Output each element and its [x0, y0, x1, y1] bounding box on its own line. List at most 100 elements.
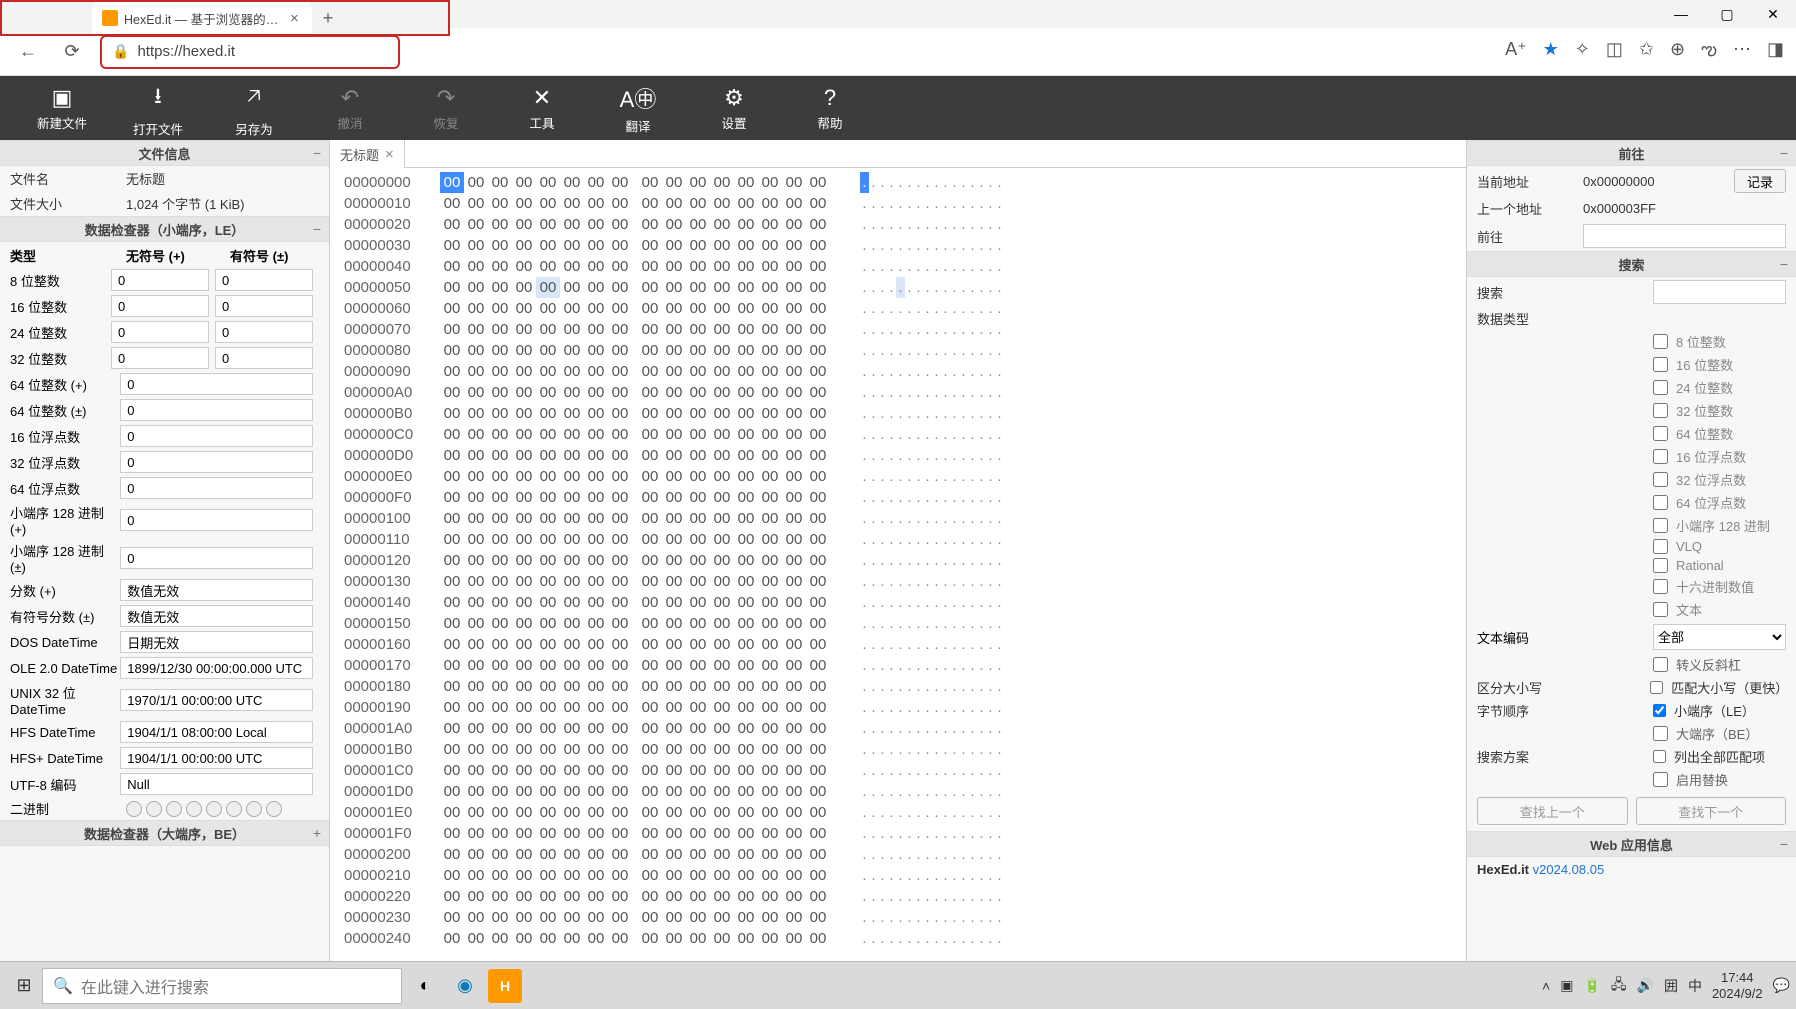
- hex-byte[interactable]: 00: [806, 844, 830, 865]
- hex-byte[interactable]: 00: [710, 256, 734, 277]
- hex-byte[interactable]: 00: [440, 403, 464, 424]
- taskbar-search[interactable]: 🔍 在此键入进行搜索: [42, 968, 402, 1004]
- hex-byte[interactable]: 00: [782, 676, 806, 697]
- hex-byte[interactable]: 00: [806, 529, 830, 550]
- ascii-byte[interactable]: .: [941, 403, 950, 424]
- hex-byte[interactable]: 00: [488, 697, 512, 718]
- hex-byte[interactable]: 00: [608, 256, 632, 277]
- ascii-byte[interactable]: .: [968, 907, 977, 928]
- ascii-byte[interactable]: .: [995, 340, 1004, 361]
- hex-byte[interactable]: 00: [560, 865, 584, 886]
- hex-byte[interactable]: 00: [440, 361, 464, 382]
- ascii-byte[interactable]: .: [959, 298, 968, 319]
- ascii-byte[interactable]: .: [950, 634, 959, 655]
- ascii-byte[interactable]: .: [887, 844, 896, 865]
- hex-byte[interactable]: 00: [512, 760, 536, 781]
- hex-byte[interactable]: 00: [758, 802, 782, 823]
- ascii-byte[interactable]: .: [977, 676, 986, 697]
- hex-byte[interactable]: 00: [608, 319, 632, 340]
- hex-byte[interactable]: 00: [638, 823, 662, 844]
- hex-byte[interactable]: 00: [638, 697, 662, 718]
- ascii-byte[interactable]: .: [995, 886, 1004, 907]
- di-value-input[interactable]: [120, 547, 313, 569]
- ascii-byte[interactable]: .: [941, 697, 950, 718]
- ascii-byte[interactable]: .: [986, 256, 995, 277]
- expand-icon[interactable]: +: [313, 825, 321, 841]
- hex-byte[interactable]: 00: [488, 550, 512, 571]
- hex-byte[interactable]: 00: [464, 277, 488, 298]
- hex-byte[interactable]: 00: [686, 361, 710, 382]
- hex-byte[interactable]: 00: [464, 214, 488, 235]
- hex-byte[interactable]: 00: [662, 865, 686, 886]
- hex-byte[interactable]: 00: [608, 298, 632, 319]
- ascii-byte[interactable]: .: [995, 424, 1004, 445]
- hex-byte[interactable]: 00: [758, 865, 782, 886]
- ascii-byte[interactable]: .: [923, 319, 932, 340]
- hex-byte[interactable]: 00: [536, 718, 560, 739]
- encoding-select[interactable]: 全部: [1653, 624, 1786, 650]
- ascii-byte[interactable]: .: [914, 676, 923, 697]
- ascii-byte[interactable]: .: [896, 214, 905, 235]
- hex-byte[interactable]: 00: [488, 676, 512, 697]
- hex-byte[interactable]: 00: [464, 823, 488, 844]
- ascii-byte[interactable]: .: [923, 382, 932, 403]
- ascii-byte[interactable]: .: [959, 886, 968, 907]
- hex-byte[interactable]: 00: [560, 718, 584, 739]
- hex-byte[interactable]: 00: [710, 403, 734, 424]
- ascii-byte[interactable]: .: [995, 487, 1004, 508]
- hex-byte[interactable]: 00: [734, 193, 758, 214]
- ascii-byte[interactable]: .: [977, 823, 986, 844]
- ascii-byte[interactable]: .: [986, 214, 995, 235]
- ascii-byte[interactable]: .: [986, 445, 995, 466]
- ascii-byte[interactable]: .: [878, 739, 887, 760]
- hex-byte[interactable]: 00: [464, 676, 488, 697]
- hex-byte[interactable]: 00: [686, 193, 710, 214]
- ascii-byte[interactable]: .: [869, 193, 878, 214]
- hex-byte[interactable]: 00: [734, 781, 758, 802]
- ascii-byte[interactable]: .: [923, 277, 932, 298]
- hex-byte[interactable]: 00: [686, 907, 710, 928]
- ascii-byte[interactable]: .: [869, 760, 878, 781]
- ascii-byte[interactable]: .: [869, 466, 878, 487]
- hex-byte[interactable]: 00: [782, 634, 806, 655]
- ascii-byte[interactable]: .: [950, 697, 959, 718]
- ascii-byte[interactable]: .: [914, 529, 923, 550]
- hex-byte[interactable]: 00: [710, 571, 734, 592]
- hex-byte[interactable]: 00: [710, 739, 734, 760]
- ascii-byte[interactable]: .: [905, 592, 914, 613]
- di-value-input[interactable]: [120, 579, 313, 601]
- ascii-byte[interactable]: .: [950, 445, 959, 466]
- ascii-byte[interactable]: .: [896, 340, 905, 361]
- hex-byte[interactable]: 00: [440, 928, 464, 949]
- hex-byte[interactable]: 00: [758, 487, 782, 508]
- hex-byte[interactable]: 00: [560, 235, 584, 256]
- hex-byte[interactable]: 00: [710, 928, 734, 949]
- ascii-byte[interactable]: .: [950, 571, 959, 592]
- ascii-byte[interactable]: .: [896, 298, 905, 319]
- ascii-byte[interactable]: .: [941, 760, 950, 781]
- ascii-byte[interactable]: .: [860, 277, 869, 298]
- hex-byte[interactable]: 00: [686, 508, 710, 529]
- hex-byte[interactable]: 00: [512, 298, 536, 319]
- search-input[interactable]: [1653, 280, 1786, 304]
- hex-byte[interactable]: 00: [488, 718, 512, 739]
- hex-byte[interactable]: 00: [734, 340, 758, 361]
- hex-byte[interactable]: 00: [686, 781, 710, 802]
- hex-byte[interactable]: 00: [758, 508, 782, 529]
- hex-byte[interactable]: 00: [806, 613, 830, 634]
- ascii-byte[interactable]: .: [905, 382, 914, 403]
- hex-byte[interactable]: 00: [758, 718, 782, 739]
- hex-byte[interactable]: 00: [584, 550, 608, 571]
- hex-byte[interactable]: 00: [686, 571, 710, 592]
- hex-byte[interactable]: 00: [584, 445, 608, 466]
- ascii-byte[interactable]: .: [977, 508, 986, 529]
- ascii-byte[interactable]: .: [950, 760, 959, 781]
- ascii-byte[interactable]: .: [860, 571, 869, 592]
- ascii-byte[interactable]: .: [905, 298, 914, 319]
- ascii-byte[interactable]: .: [896, 445, 905, 466]
- hex-byte[interactable]: 00: [662, 886, 686, 907]
- hex-byte[interactable]: 00: [638, 781, 662, 802]
- ascii-byte[interactable]: .: [905, 256, 914, 277]
- hex-byte[interactable]: 00: [608, 235, 632, 256]
- ascii-byte[interactable]: .: [914, 214, 923, 235]
